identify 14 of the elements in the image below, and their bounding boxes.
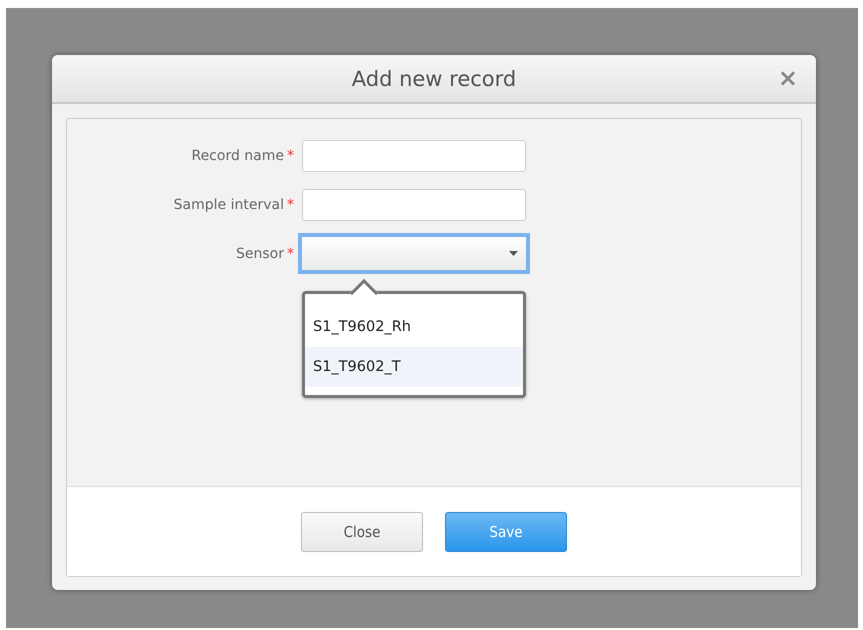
field-label: Sample interval xyxy=(172,196,284,212)
field-label: Sensor xyxy=(235,246,284,262)
text-field[interactable] xyxy=(302,140,526,172)
text-field[interactable] xyxy=(302,188,526,220)
required-asterisk: * xyxy=(286,246,295,262)
field-label: Record name xyxy=(190,148,284,164)
close-button[interactable]: Close xyxy=(301,512,423,552)
caret-icon xyxy=(509,251,518,256)
dropdown-option[interactable]: S1_T9602_T xyxy=(305,347,523,387)
required-asterisk: * xyxy=(286,196,295,212)
dialog-title: Add new record xyxy=(352,66,516,90)
sensor-dropdown[interactable] xyxy=(298,233,530,274)
dropdown-option[interactable]: S1_T9602_Rh xyxy=(305,307,523,347)
required-asterisk: * xyxy=(286,148,295,164)
